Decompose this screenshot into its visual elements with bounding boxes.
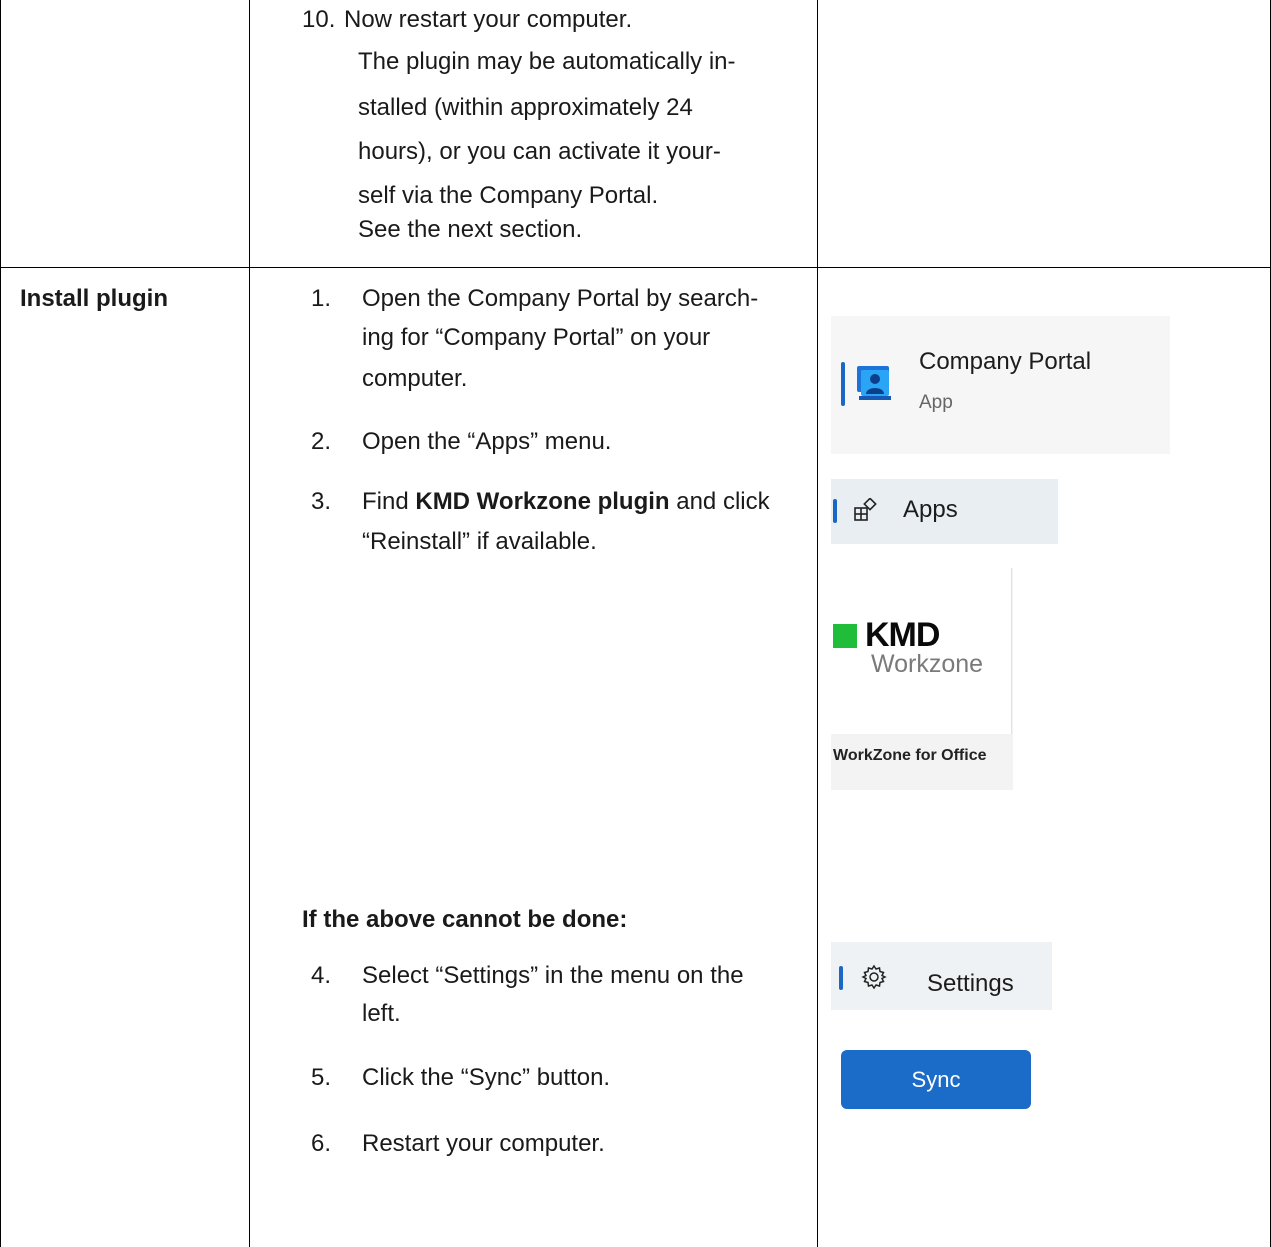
plugin-note-line-4: self via the Company Portal. — [358, 182, 659, 209]
step-4-line-1: Select “Settings” in the menu on the — [362, 962, 744, 989]
step-number-5: 5. — [311, 1064, 332, 1091]
step-5-text: Click the “Sync” button. — [362, 1064, 611, 1091]
kmd-workzone-app-tile[interactable]: KMD Workzone WorkZone for Office — [831, 568, 1013, 790]
plugin-note-line-5: See the next section. — [358, 216, 583, 243]
step-number-6: 6. — [311, 1130, 332, 1157]
plugin-note-line-2: stalled (within approximately 24 — [358, 94, 693, 121]
step-3-text-before: Find — [362, 488, 416, 515]
fallback-subheading: If the above cannot be done: — [302, 906, 628, 933]
gear-icon — [861, 964, 887, 990]
kmd-green-square — [833, 624, 857, 648]
selection-indicator — [833, 499, 837, 523]
table-column-divider-1 — [249, 0, 250, 1247]
company-portal-search-result[interactable]: Company Portal App — [831, 316, 1170, 454]
step-3-plugin-name: KMD Workzone plugin — [415, 488, 670, 515]
selection-indicator — [841, 362, 845, 406]
step-number-4: 4. — [311, 962, 332, 989]
settings-tab-label: Settings — [927, 970, 1014, 997]
apps-tab-label: Apps — [903, 496, 958, 523]
kmd-logo: KMD Workzone — [831, 568, 1012, 734]
workzone-product-text: Workzone — [871, 650, 984, 678]
step-number-1: 1. — [311, 285, 332, 312]
plugin-note-line-1: The plugin may be automatically in- — [358, 48, 736, 75]
company-portal-name: Company Portal — [919, 348, 1092, 375]
step-1-line-2: ing for “Company Portal” on your — [362, 324, 711, 351]
step-number-2: 2. — [311, 428, 332, 455]
table-row-divider — [0, 267, 1271, 268]
table-border-left — [0, 0, 1, 1247]
section-heading-install-plugin: Install plugin — [20, 285, 168, 312]
apps-menu-tab[interactable]: Apps — [831, 479, 1058, 544]
table-column-divider-2 — [817, 0, 818, 1247]
app-tile-caption: WorkZone for Office — [833, 747, 987, 764]
step-number-10: 10. — [302, 6, 336, 33]
selection-indicator — [839, 966, 843, 990]
apps-icon — [854, 498, 877, 521]
step-3-line-2: “Reinstall” if available. — [362, 528, 597, 555]
sync-button[interactable]: Sync — [841, 1050, 1031, 1109]
company-portal-icon — [857, 366, 891, 400]
plugin-note-line-3: hours), or you can activate it your- — [358, 138, 721, 165]
step-1-line-3: computer. — [362, 365, 468, 392]
step-number-3: 3. — [311, 488, 332, 515]
company-portal-type: App — [919, 392, 953, 413]
restart-instruction-line: Now restart your computer. — [344, 6, 633, 33]
step-1-line-1: Open the Company Portal by search- — [362, 285, 759, 312]
step-2-text: Open the “Apps” menu. — [362, 428, 612, 455]
step-6-text: Restart your computer. — [362, 1130, 605, 1157]
step-3-text-after: and click — [669, 488, 770, 515]
step-3-line-1: Find KMD Workzone plugin and click — [362, 484, 770, 519]
step-4-line-2: left. — [362, 1000, 401, 1027]
settings-menu-tab[interactable]: Settings — [831, 942, 1052, 1010]
